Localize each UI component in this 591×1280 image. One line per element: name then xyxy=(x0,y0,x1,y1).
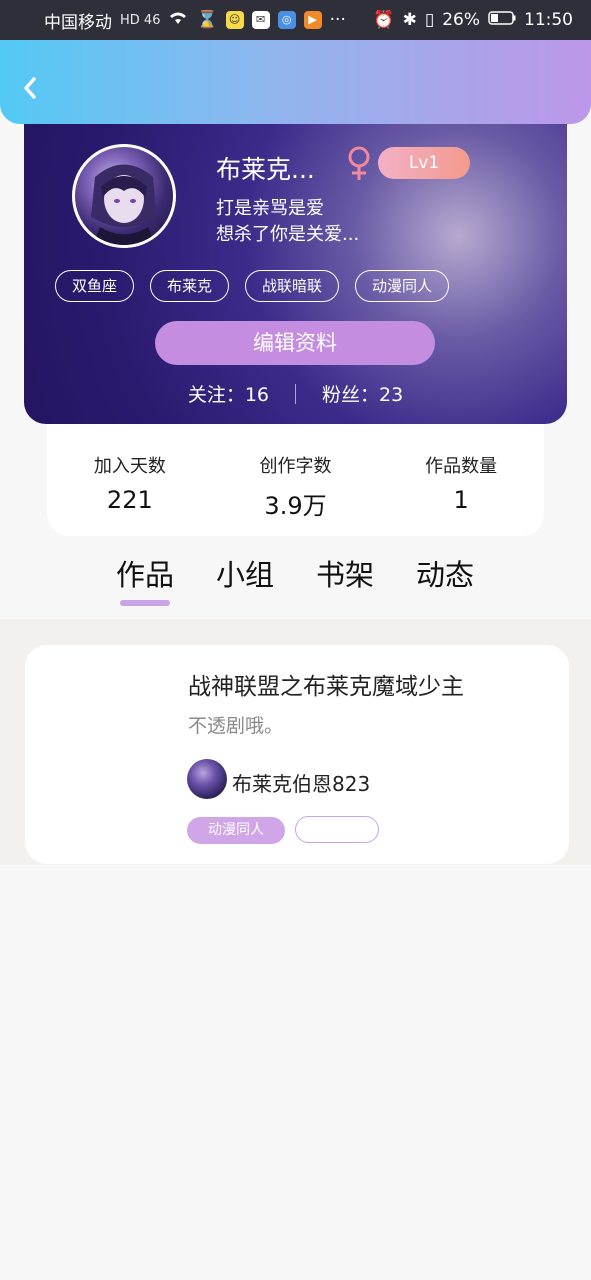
profile-tag[interactable]: 动漫同人 xyxy=(355,270,450,302)
stat-value: 3.9万 xyxy=(264,492,327,520)
video-app-icon: ▶ xyxy=(303,11,322,29)
wifi-icon xyxy=(168,10,188,31)
avatar[interactable] xyxy=(72,144,176,248)
profile-tags: 双鱼座 布莱克 战联暗联 动漫同人 xyxy=(55,270,450,302)
battery-percent: 26% xyxy=(442,10,480,30)
following-count[interactable]: 关注：16 xyxy=(188,380,269,407)
username: 布莱克... xyxy=(216,155,315,184)
stats-card: 加入天数 221 创作字数 3.9万 作品数量 1 xyxy=(47,424,544,536)
followers-count[interactable]: 粉丝：23 xyxy=(322,380,403,407)
edit-profile-button[interactable]: 编辑资料 xyxy=(155,321,435,365)
stat-label: 作品数量 xyxy=(425,456,498,477)
tab-works[interactable]: 作品 xyxy=(115,552,175,594)
status-bar: 中国移动 HD 46 ⌛ ☺ ✉ ◎ ▶ ··· ⏰ ✱ ▯ 26% 11:50 xyxy=(0,0,591,40)
avatar-image xyxy=(91,164,157,245)
stat-word-count: 创作字数 3.9万 xyxy=(213,424,379,536)
work-card[interactable]: 战神联盟之布莱克魔域少主 不透剧哦。 布莱克伯恩823 动漫同人 xyxy=(25,645,569,864)
more-notifications-icon: ··· xyxy=(329,10,346,30)
alarm-icon: ⏰ xyxy=(373,10,395,30)
divider xyxy=(295,383,296,404)
network-type-label: HD 46 xyxy=(120,12,161,28)
back-button[interactable] xyxy=(14,72,46,104)
female-gender-icon xyxy=(346,146,372,186)
stat-label: 加入天数 xyxy=(93,456,166,477)
work-title: 战神联盟之布莱克魔域少主 xyxy=(188,674,464,700)
top-header xyxy=(0,40,591,124)
bluetooth-icon: ✱ xyxy=(402,10,417,30)
profile-tabs: 作品 小组 书架 动态 xyxy=(115,552,475,594)
profile-tag[interactable]: 双鱼座 xyxy=(55,270,135,302)
carrier-label: 中国移动 xyxy=(44,12,112,33)
chevron-left-icon xyxy=(24,77,36,99)
profile-tag[interactable]: 战联暗联 xyxy=(245,270,340,302)
tab-activity[interactable]: 动态 xyxy=(415,552,475,594)
work-description: 不透剧哦。 xyxy=(188,715,284,737)
author-name: 布莱克伯恩823 xyxy=(232,772,371,796)
stat-value: 221 xyxy=(106,486,153,514)
vibrate-icon: ▯ xyxy=(424,10,435,30)
bio-line: 打是亲骂是爱 xyxy=(216,198,324,219)
wechat-icon: ✉ xyxy=(251,11,270,29)
battery-icon xyxy=(488,10,516,30)
profile-card: 布莱克... Lv1 打是亲骂是爱 想杀了你是关爱... 双鱼座 布莱克 战联暗… xyxy=(24,110,567,424)
profile-tag[interactable]: 布莱克 xyxy=(150,270,230,302)
bio-line: 想杀了你是关爱... xyxy=(216,224,360,245)
level-badge: Lv1 xyxy=(378,147,470,179)
clock-time: 11:50 xyxy=(524,10,573,30)
stat-value: 1 xyxy=(453,486,469,514)
follow-stats: 关注：16 粉丝：23 xyxy=(24,380,567,407)
bio: 打是亲骂是爱 想杀了你是关爱... xyxy=(216,196,359,248)
author-avatar xyxy=(187,759,227,799)
hourglass-icon: ⌛ xyxy=(196,10,218,30)
stat-label: 创作字数 xyxy=(259,456,332,477)
browser-icon: ◎ xyxy=(277,11,296,29)
work-tag-empty xyxy=(295,816,379,843)
work-tag: 动漫同人 xyxy=(187,817,285,844)
tab-bookshelf[interactable]: 书架 xyxy=(315,552,375,594)
chat-app-icon: ☺ xyxy=(225,11,244,29)
active-tab-indicator xyxy=(120,600,170,606)
tab-groups[interactable]: 小组 xyxy=(215,552,275,594)
stat-join-days: 加入天数 221 xyxy=(47,424,213,536)
stat-works-count: 作品数量 1 xyxy=(378,424,544,536)
